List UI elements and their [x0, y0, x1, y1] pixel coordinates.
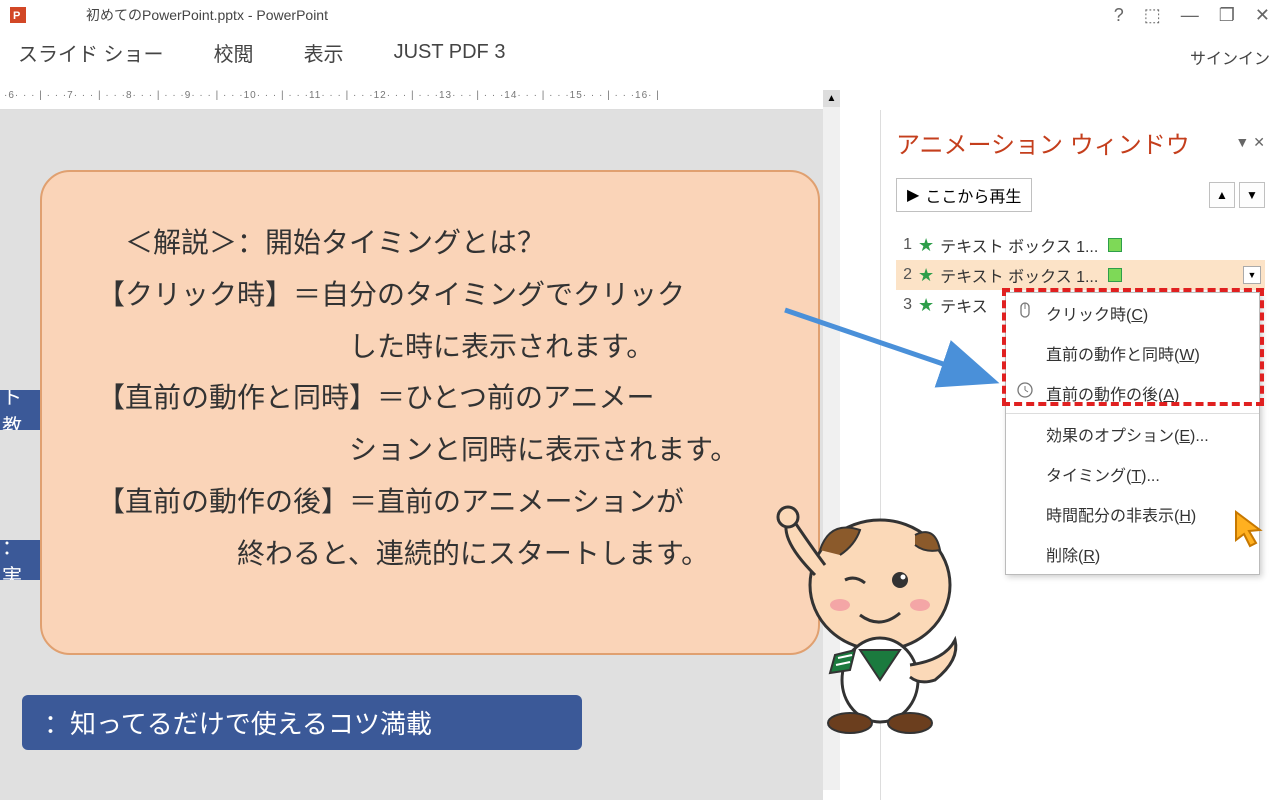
menu-with-previous[interactable]: 直前の動作と同時(W)	[1006, 333, 1259, 373]
powerpoint-icon: P	[10, 7, 26, 23]
menu-after-previous[interactable]: 直前の動作の後(A)	[1006, 373, 1259, 413]
star-icon: ★	[918, 295, 934, 316]
callout-line: 【直前の動作と同時】＝ひとつ前のアニメー	[97, 372, 783, 424]
signin-link[interactable]: サインイン	[1190, 45, 1270, 69]
callout-line: ＜解説＞：開始タイミングとは？	[97, 217, 783, 269]
help-icon[interactable]: ?	[1114, 5, 1124, 26]
scroll-up-icon[interactable]: ▲	[823, 90, 840, 107]
title-bar: P 初めてのPowerPoint.pptx - PowerPoint	[0, 0, 1280, 30]
callout-line: ションと同時に表示されます。	[97, 424, 783, 476]
play-icon: ▶	[907, 185, 919, 205]
clock-icon	[1016, 381, 1034, 399]
animation-item[interactable]: 2 ★ テキスト ボックス 1... ▼	[896, 260, 1265, 290]
pane-title-text: アニメーション ウィンドウ	[896, 125, 1190, 160]
move-down-button[interactable]: ▼	[1239, 182, 1265, 208]
item-label: テキスト ボックス 1...	[940, 263, 1098, 287]
item-dropdown-icon[interactable]: ▼	[1243, 266, 1261, 284]
tab-review[interactable]: 校閲	[214, 38, 254, 67]
play-label: ここから再生	[925, 183, 1021, 207]
animation-item[interactable]: 1 ★ テキスト ボックス 1...	[896, 230, 1265, 260]
star-icon: ★	[918, 235, 934, 256]
callout-line: 【クリック時】＝自分のタイミングでクリック	[97, 269, 783, 321]
ruler: ·6· · · | · · ·7· · · | · · ·8· · · | · …	[0, 90, 840, 110]
pane-dropdown-icon[interactable]: ▼	[1235, 134, 1249, 151]
window-controls: ? ⬚ — ❐ ✕	[1114, 5, 1270, 26]
animation-pane-title: アニメーション ウィンドウ ▼ ✕	[896, 125, 1265, 160]
play-from-here-button[interactable]: ▶ ここから再生	[896, 178, 1032, 212]
restore-icon[interactable]: ❐	[1219, 5, 1235, 26]
mascot-character	[760, 505, 980, 735]
slide-subtitle-bar: ：知ってるだけで使えるコツ満載	[22, 695, 582, 750]
menu-on-click[interactable]: クリック時(C)	[1006, 293, 1259, 333]
item-label: テキスト ボックス 1...	[940, 233, 1098, 257]
star-icon: ★	[918, 265, 934, 286]
timing-bar	[1108, 238, 1122, 252]
menu-delete[interactable]: 削除(R)	[1006, 534, 1259, 574]
svg-text:P: P	[13, 10, 20, 22]
minimize-icon[interactable]: —	[1181, 5, 1199, 26]
slide-fragment-1: ト 教	[0, 390, 40, 430]
callout-line: した時に表示されます。	[97, 321, 783, 373]
item-number: 3	[898, 296, 912, 314]
item-label: テキス	[940, 293, 988, 317]
callout-line: 終わると、連続的にスタートします。	[97, 528, 783, 580]
ribbon-options-icon[interactable]: ⬚	[1144, 5, 1161, 26]
slide-fragment-2: ：実	[0, 540, 40, 580]
window-title: 初めてのPowerPoint.pptx - PowerPoint	[86, 5, 328, 25]
menu-timing[interactable]: タイミング(T)...	[1006, 454, 1259, 494]
timing-bar	[1108, 268, 1122, 282]
timing-context-menu: クリック時(C) 直前の動作と同時(W) 直前の動作の後(A) 効果のオプション…	[1005, 292, 1260, 575]
menu-effect-options[interactable]: 効果のオプション(E)...	[1006, 413, 1259, 454]
callout-line: 【直前の動作の後】＝直前のアニメーションが	[97, 476, 783, 528]
explanation-callout: ＜解説＞：開始タイミングとは？ 【クリック時】＝自分のタイミングでクリック した…	[40, 170, 820, 655]
ribbon-tabs: スライド ショー 校閲 表示 JUST PDF 3	[0, 30, 1280, 75]
mouse-icon	[1016, 301, 1034, 319]
close-icon[interactable]: ✕	[1255, 5, 1270, 26]
menu-hide-timeline[interactable]: 時間配分の非表示(H)	[1006, 494, 1259, 534]
pane-close-icon[interactable]: ✕	[1253, 134, 1265, 151]
tab-slideshow[interactable]: スライド ショー	[18, 38, 164, 67]
tab-justpdf[interactable]: JUST PDF 3	[394, 41, 506, 64]
move-up-button[interactable]: ▲	[1209, 182, 1235, 208]
tab-view[interactable]: 表示	[304, 38, 344, 67]
item-number: 2	[898, 266, 912, 284]
item-number: 1	[898, 236, 912, 254]
